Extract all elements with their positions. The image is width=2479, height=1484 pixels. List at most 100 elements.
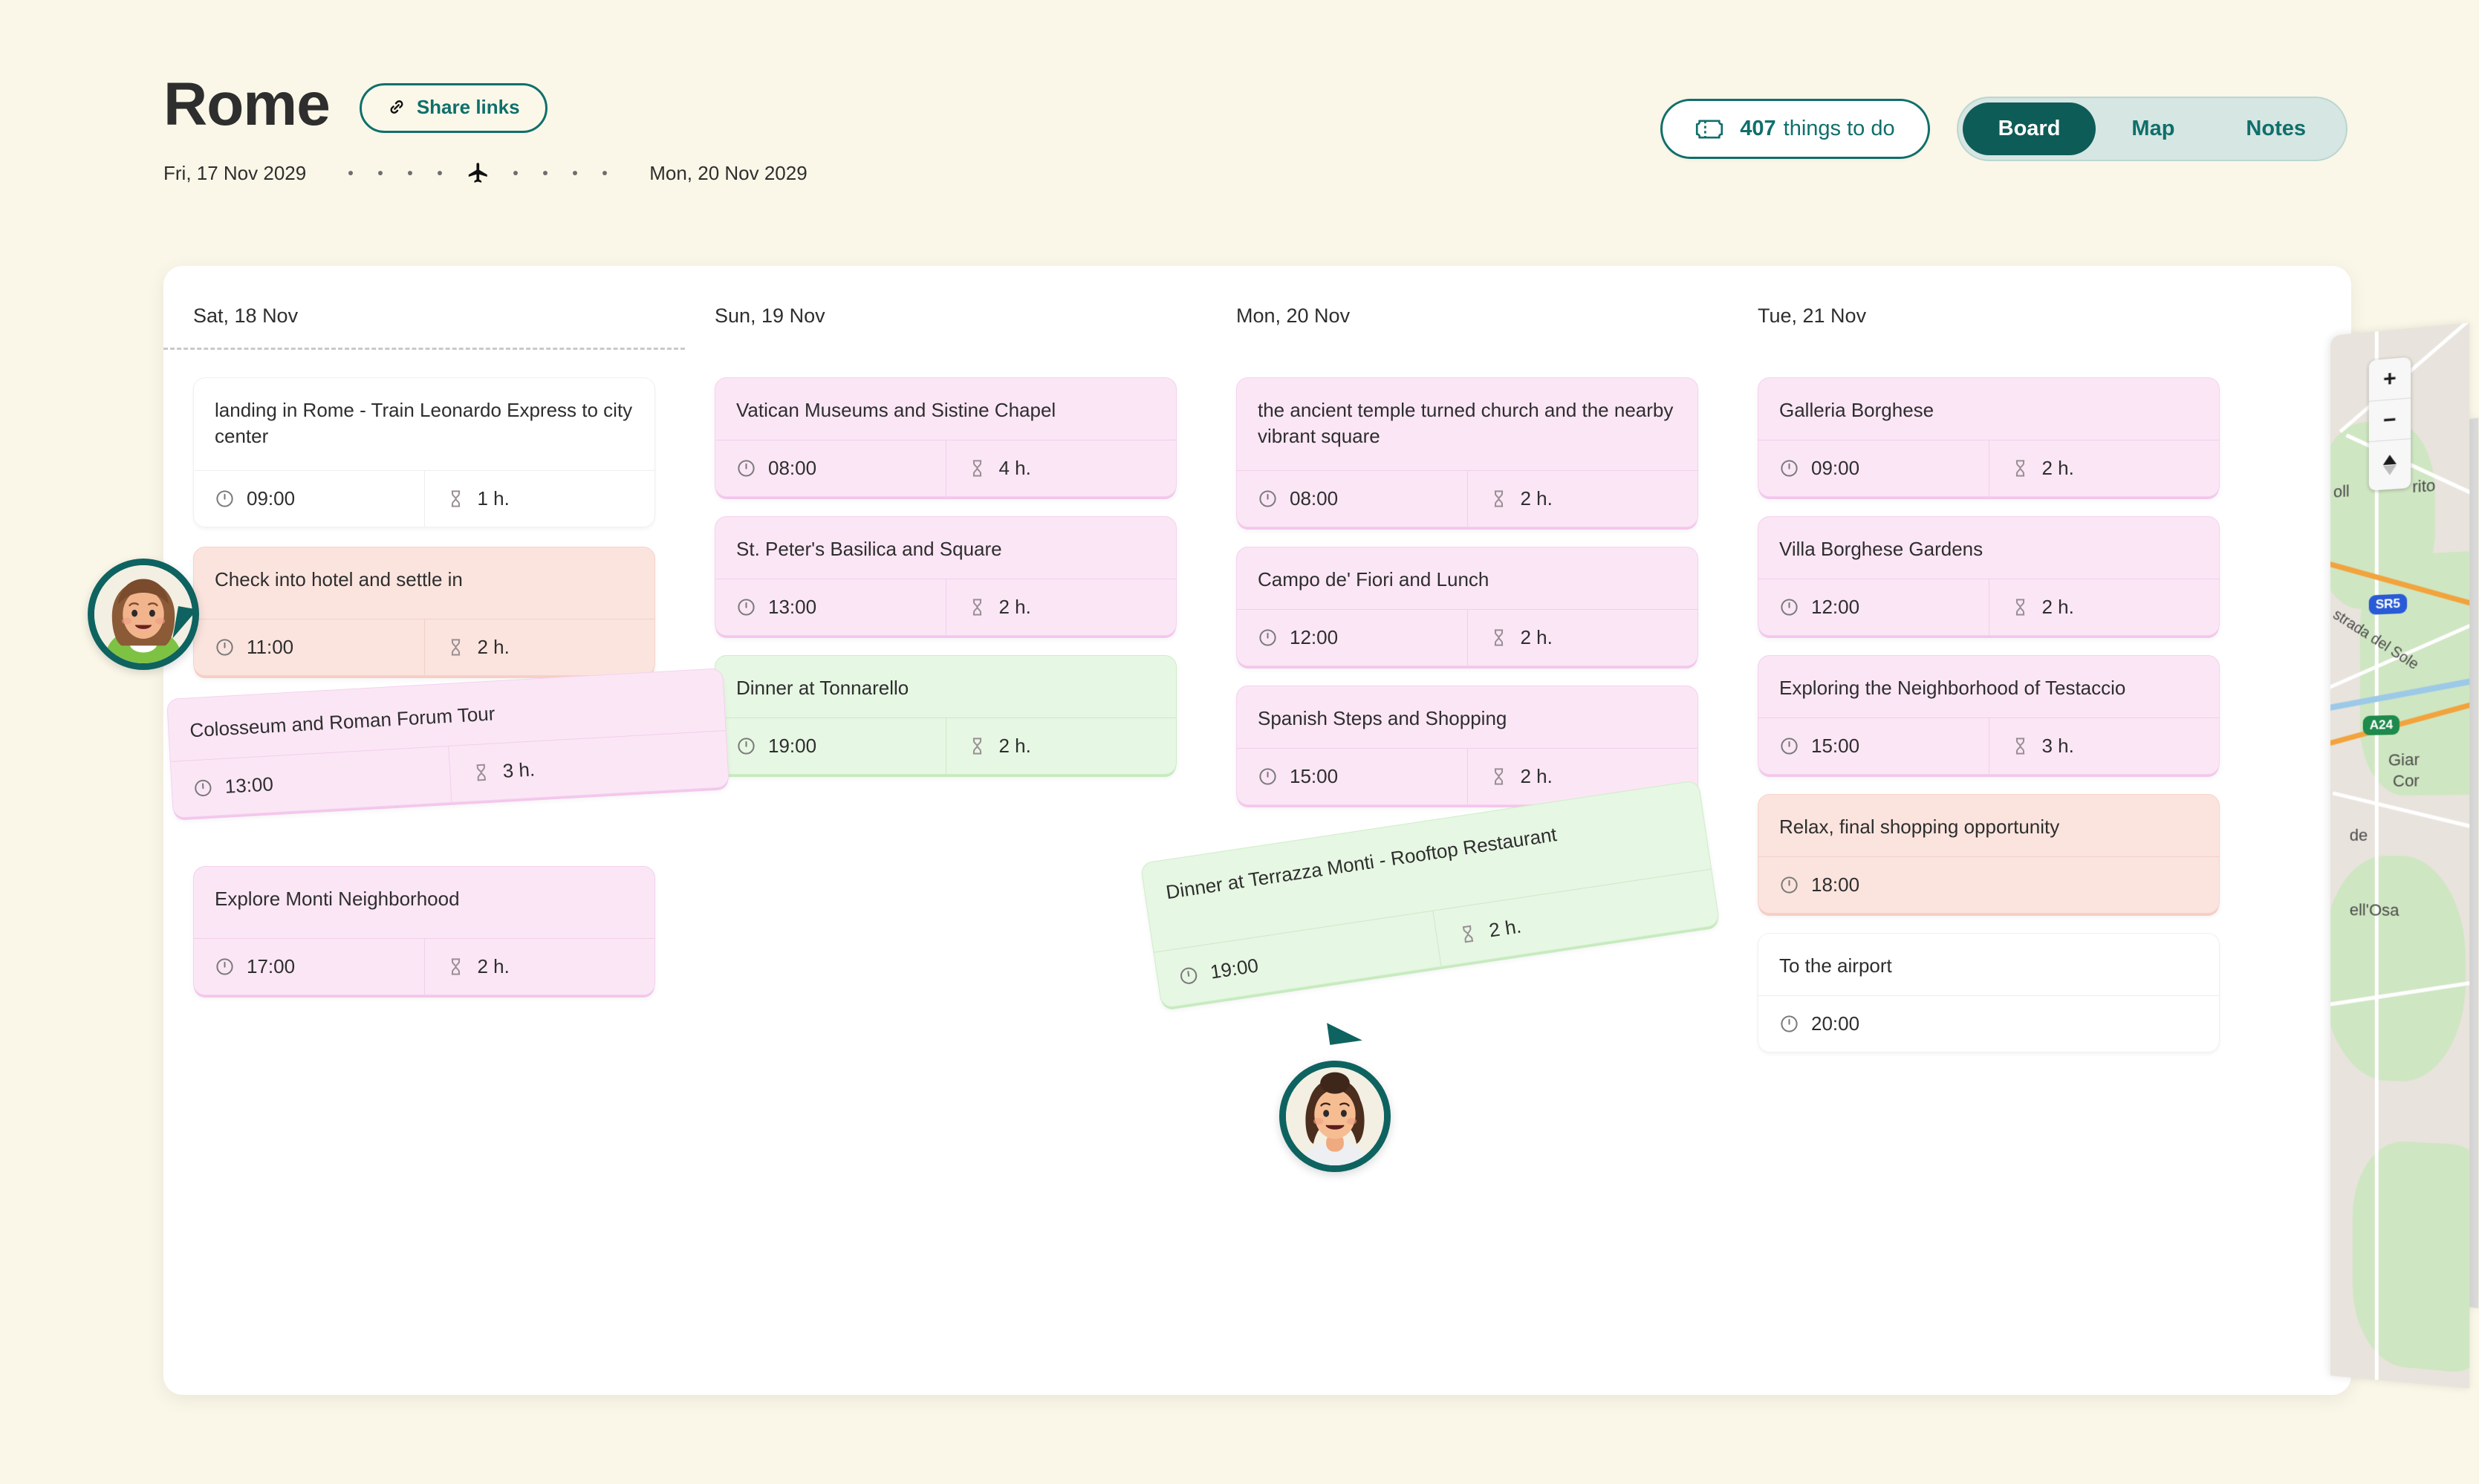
itinerary-card[interactable]: Spanish Steps and Shopping 15:00 2 h. <box>1236 686 1698 806</box>
map-label: Giar <box>2388 749 2420 769</box>
share-links-button[interactable]: Share links <box>359 82 548 133</box>
column-card-list: landing in Rome - Train Leonardo Express… <box>163 348 685 996</box>
card-time[interactable]: 15:00 <box>1237 749 1467 804</box>
tab-notes[interactable]: Notes <box>2210 102 2342 155</box>
hourglass-icon <box>967 458 987 478</box>
itinerary-card[interactable]: Vatican Museums and Sistine Chapel 08:00… <box>715 377 1177 498</box>
itinerary-card[interactable]: Villa Borghese Gardens 12:00 2 h. <box>1758 516 2220 637</box>
card-time-value: 09:00 <box>247 487 296 510</box>
separator-dot <box>543 171 548 175</box>
itinerary-card[interactable]: Galleria Borghese 09:00 2 h. <box>1758 377 2220 498</box>
card-time[interactable]: 12:00 <box>1237 610 1467 665</box>
hourglass-icon <box>1456 922 1479 946</box>
card-time-value: 20:00 <box>1811 1012 1860 1035</box>
card-duration[interactable]: 2 h. <box>945 718 1177 775</box>
itinerary-card[interactable]: Relax, final shopping opportunity 18:00 <box>1758 794 2220 914</box>
itinerary-card[interactable]: To the airport 20:00 <box>1758 933 2220 1053</box>
card-title: Dinner at Tonnarello <box>736 677 909 700</box>
map-zoom-in-button[interactable]: + <box>2369 357 2411 401</box>
card-meta: 19:00 2 h. <box>715 717 1177 775</box>
board-columns: Sat, 18 Nov landing in Rome - Train Leon… <box>163 266 2351 1395</box>
clock-icon <box>215 489 235 509</box>
view-switcher[interactable]: Board Map Notes <box>1956 97 2348 161</box>
card-time[interactable]: 18:00 <box>1758 857 2219 913</box>
column-divider <box>163 348 685 350</box>
card-time[interactable]: 17:00 <box>194 939 424 995</box>
hourglass-icon <box>446 957 466 977</box>
card-duration-value: 1 h. <box>477 487 510 510</box>
clock-icon <box>1779 458 1799 478</box>
map-zoom-out-button[interactable]: − <box>2368 397 2411 442</box>
card-time[interactable]: 08:00 <box>715 440 946 496</box>
map-panel[interactable]: oll rito SR5 strada del Sole A24 Giar Co… <box>2330 322 2470 1389</box>
card-time[interactable]: 20:00 <box>1758 996 2219 1052</box>
card-time[interactable]: 15:00 <box>1758 718 1989 774</box>
card-time-value: 13:00 <box>768 596 817 619</box>
hourglass-icon <box>1489 628 1509 648</box>
clock-icon <box>1779 736 1799 756</box>
itinerary-card[interactable]: Campo de' Fiori and Lunch 12:00 2 h. <box>1236 547 1698 667</box>
map-label: oll <box>2333 481 2350 501</box>
header-actions: 407 things to do Board Map Notes <box>1660 97 2348 161</box>
card-time-value: 19:00 <box>768 735 817 758</box>
map-compass-button[interactable] <box>2368 438 2411 491</box>
card-duration[interactable]: 2 h. <box>945 579 1177 636</box>
card-meta: 08:00 4 h. <box>715 440 1177 497</box>
card-duration[interactable]: 2 h. <box>1988 579 2220 636</box>
page-header: Rome Share links Fri, 17 Nov 2029 Mon, 2… <box>163 74 2348 186</box>
card-duration[interactable]: 4 h. <box>945 440 1177 497</box>
card-time-value: 08:00 <box>768 457 817 480</box>
link-icon <box>387 97 406 117</box>
card-meta: 09:00 1 h. <box>194 470 654 527</box>
collaborator-avatar-2 <box>1279 1061 1391 1172</box>
card-meta: 09:00 2 h. <box>1758 440 2220 497</box>
card-duration[interactable]: 2 h. <box>1988 440 2220 497</box>
page-title: Rome <box>163 71 331 138</box>
clock-icon <box>215 957 235 977</box>
card-title: Vatican Museums and Sistine Chapel <box>736 399 1056 421</box>
tab-map[interactable]: Map <box>2096 102 2210 155</box>
compass-up-icon <box>2382 454 2397 466</box>
card-meta: 08:00 2 h. <box>1237 470 1697 527</box>
itinerary-card[interactable]: St. Peter's Basilica and Square 13:00 2 … <box>715 516 1177 637</box>
card-time-value: 08:00 <box>1290 487 1339 510</box>
card-time[interactable]: 13:00 <box>715 579 946 635</box>
things-to-do-button[interactable]: 407 things to do <box>1660 99 1930 159</box>
map-label: ell'Osa <box>2349 900 2400 920</box>
itinerary-card[interactable]: Dinner at Tonnarello 19:00 2 h. <box>715 655 1177 775</box>
separator-dot <box>438 171 443 175</box>
card-time[interactable]: 09:00 <box>194 471 424 527</box>
column-day-label: Mon, 20 Nov <box>1236 305 1351 327</box>
tab-board[interactable]: Board <box>1962 102 2096 155</box>
card-time[interactable]: 12:00 <box>1758 579 1989 635</box>
card-duration[interactable]: 2 h. <box>423 939 655 995</box>
column-day-label: Tue, 21 Nov <box>1758 305 1867 327</box>
card-time[interactable]: 19:00 <box>715 718 946 774</box>
clock-icon <box>1779 875 1799 895</box>
separator-dot <box>573 171 578 175</box>
card-time[interactable]: 09:00 <box>1758 440 1989 496</box>
card-time-value: 18:00 <box>1811 873 1860 896</box>
card-duration[interactable]: 2 h. <box>1466 471 1698 527</box>
column-day-label: Sun, 19 Nov <box>715 305 825 327</box>
clock-icon <box>1779 597 1799 617</box>
clock-icon <box>1258 628 1278 648</box>
card-duration[interactable]: 2 h. <box>423 619 655 676</box>
itinerary-card[interactable]: Check into hotel and settle in 11:00 2 h… <box>193 547 655 677</box>
itinerary-card[interactable]: landing in Rome - Train Leonardo Express… <box>193 377 655 528</box>
card-duration[interactable]: 2 h. <box>1466 610 1698 666</box>
map-zoom-controls[interactable]: + − <box>2368 357 2411 491</box>
itinerary-card[interactable]: Exploring the Neighborhood of Testaccio … <box>1758 655 2220 775</box>
card-duration[interactable]: 3 h. <box>1988 718 2220 775</box>
flight-separator <box>336 160 620 186</box>
separator-dot <box>513 171 519 175</box>
card-time[interactable]: 11:00 <box>194 619 424 675</box>
card-duration-value: 2 h. <box>998 596 1031 619</box>
itinerary-card[interactable]: the ancient temple turned church and the… <box>1236 377 1698 528</box>
itinerary-card[interactable]: Explore Monti Neighborhood 17:00 2 h. <box>193 866 655 996</box>
card-meta: 11:00 2 h. <box>194 619 655 676</box>
card-time[interactable]: 08:00 <box>1237 471 1467 527</box>
day-column-sat-18-nov: Sat, 18 Nov landing in Rome - Train Leon… <box>163 266 685 1395</box>
card-duration-value: 2 h. <box>2041 596 2074 619</box>
card-duration[interactable]: 1 h. <box>423 471 655 527</box>
